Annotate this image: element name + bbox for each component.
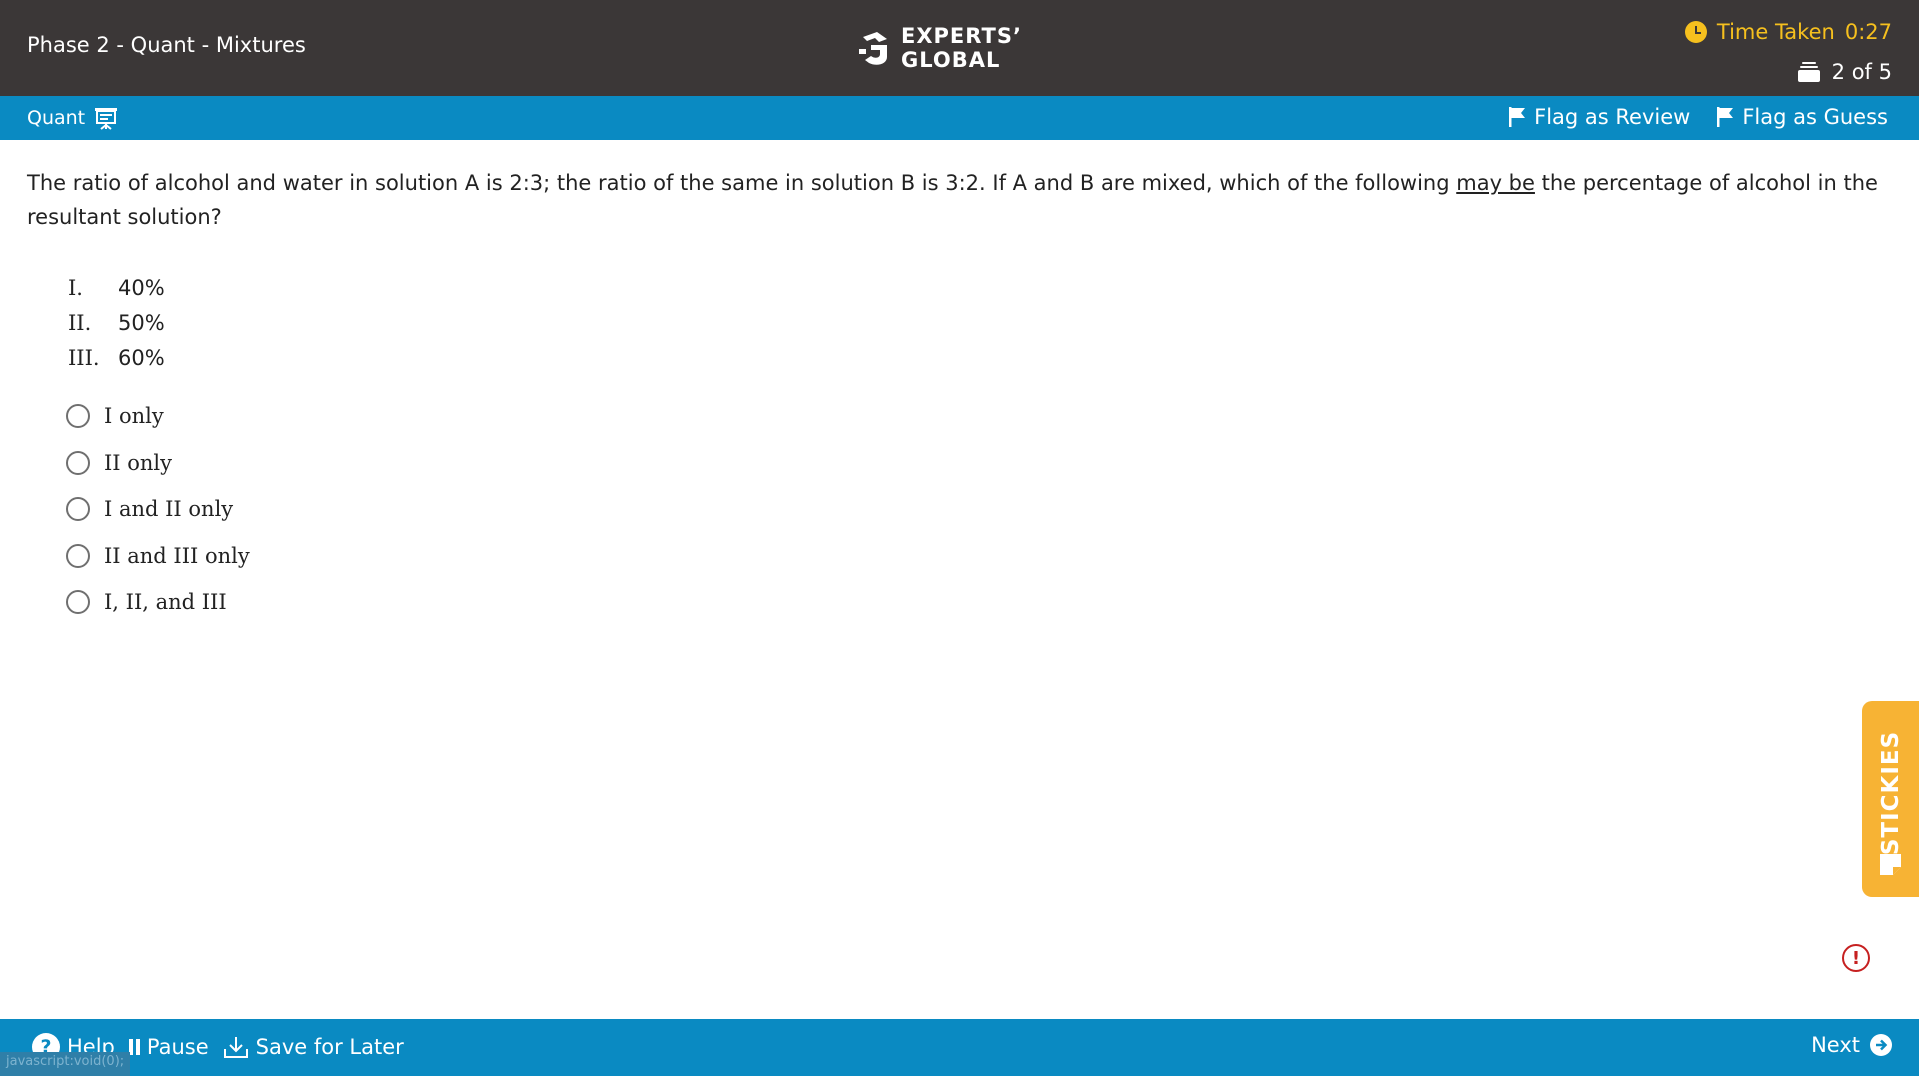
arrow-right-icon <box>1870 1034 1892 1056</box>
statement-numeral: I. <box>68 275 83 300</box>
save-for-later-label: Save for Later <box>255 1035 404 1059</box>
flag-icon <box>1717 107 1734 127</box>
statement-value: 50% <box>118 310 165 335</box>
flag-review-label: Flag as Review <box>1534 105 1691 129</box>
answer-option-label: I and II only <box>104 497 234 522</box>
statement-item: III. 60% <box>68 340 165 375</box>
pause-label: Pause <box>146 1035 209 1059</box>
question-progress: 2 of 5 <box>1797 60 1892 84</box>
alert-icon[interactable]: ! <box>1842 944 1870 972</box>
section-name: Quant <box>27 107 86 129</box>
clock-icon <box>1684 21 1707 43</box>
answer-options: I only II only I and II only II and III … <box>66 393 250 626</box>
logo-mark-icon <box>859 32 887 65</box>
flag-icon <box>1509 107 1526 127</box>
download-icon <box>223 1037 248 1058</box>
next-label: Next <box>1811 1033 1860 1057</box>
next-button[interactable]: Next <box>1811 1033 1892 1057</box>
flag-guess-label: Flag as Guess <box>1742 105 1888 129</box>
answer-option-label: II and III only <box>104 543 250 568</box>
answer-option[interactable]: II and III only <box>66 533 250 580</box>
bottom-bar: ? Help Pause Save for Later Next <box>0 1019 1919 1076</box>
experts-global-logo: EXPERTS’ GLOBAL <box>857 24 1022 72</box>
browser-status-bar: javascript:void(0); <box>0 1052 131 1076</box>
whiteboard-icon[interactable] <box>94 107 118 131</box>
section-bar: Quant Flag as Review Flag as Guess <box>0 96 1919 140</box>
radio-button[interactable] <box>66 590 90 615</box>
statement-value: 60% <box>118 345 165 370</box>
sticky-note-icon <box>1880 854 1901 875</box>
statement-numeral: III. <box>68 345 100 370</box>
statement-list: I. 40% II. 50% III. 60% <box>68 270 165 375</box>
pause-icon <box>128 1039 140 1055</box>
stickies-label: STICKIES <box>1877 730 1904 856</box>
statement-item: I. 40% <box>68 270 165 305</box>
logo-text-line1: EXPERTS’ <box>901 24 1022 48</box>
flag-as-review-button[interactable]: Flag as Review <box>1508 105 1690 129</box>
radio-button[interactable] <box>66 543 90 568</box>
statement-value: 40% <box>118 275 165 300</box>
time-taken-label: Time Taken <box>1716 20 1835 44</box>
question-text-part1: The ratio of alcohol and water in soluti… <box>27 171 1457 195</box>
pause-button[interactable]: Pause <box>128 1035 209 1059</box>
answer-option-label: I, II, and III <box>104 590 227 615</box>
progress-text: 2 of 5 <box>1831 60 1892 84</box>
page-title: Phase 2 - Quant - Mixtures <box>27 33 306 57</box>
flag-as-guess-button[interactable]: Flag as Guess <box>1716 105 1888 129</box>
answer-option[interactable]: II only <box>66 440 250 487</box>
question-text-emphasis: may be <box>1456 171 1535 195</box>
top-header: Phase 2 - Quant - Mixtures EXPERTS’ GLOB… <box>0 0 1919 96</box>
save-for-later-button[interactable]: Save for Later <box>223 1035 404 1059</box>
radio-button[interactable] <box>66 497 90 522</box>
radio-button[interactable] <box>66 404 90 429</box>
stickies-tab[interactable]: STICKIES <box>1862 701 1919 897</box>
time-taken-value: 0:27 <box>1844 20 1892 44</box>
answer-option[interactable]: I and II only <box>66 486 250 533</box>
answer-option[interactable]: I only <box>66 393 250 440</box>
radio-button[interactable] <box>66 450 90 475</box>
statement-item: II. 50% <box>68 305 165 340</box>
question-text: The ratio of alcohol and water in soluti… <box>27 166 1887 234</box>
logo-text-line2: GLOBAL <box>901 48 1001 72</box>
answer-option-label: I only <box>104 404 164 429</box>
statement-numeral: II. <box>68 310 92 335</box>
answer-option-label: II only <box>104 450 173 475</box>
time-taken: Time Taken 0:27 <box>1684 20 1892 44</box>
question-stack-icon <box>1797 62 1820 82</box>
answer-option[interactable]: I, II, and III <box>66 579 250 626</box>
